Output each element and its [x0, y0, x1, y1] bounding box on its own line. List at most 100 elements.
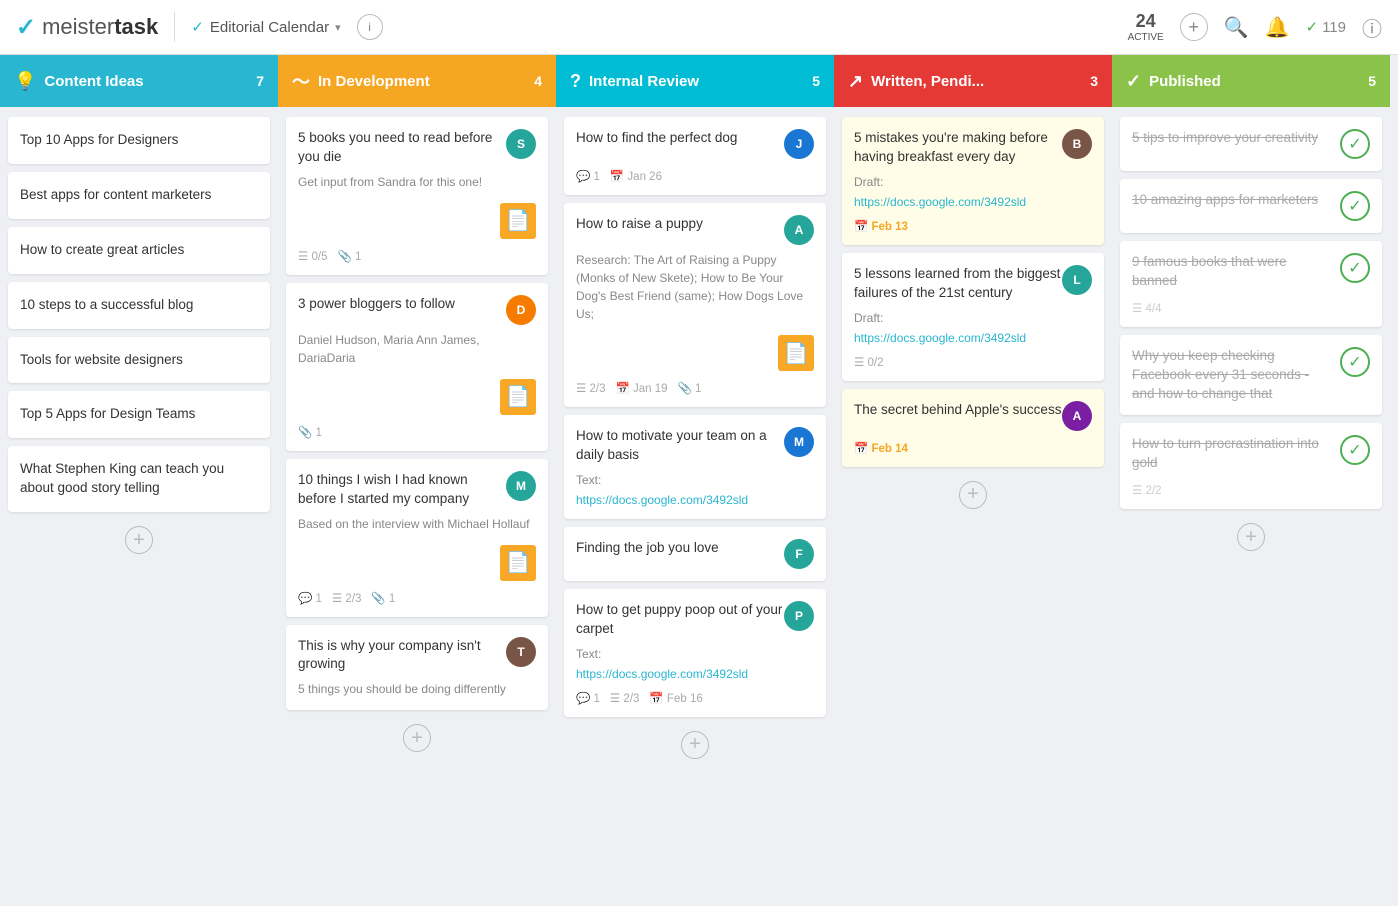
card-title: Tools for website designers — [20, 352, 183, 367]
card-meta: ☰ 2/3📅 Jan 19📎 1 — [576, 381, 814, 395]
card-desc: Daniel Hudson, Maria Ann James, DariaDar… — [298, 331, 536, 367]
card-title: 3 power bloggers to follow — [298, 295, 455, 314]
list-item[interactable]: How to find the perfect dog J 💬 1📅 Jan 2… — [564, 117, 826, 195]
list-item[interactable]: Top 5 Apps for Design Teams — [8, 391, 270, 438]
alert-icon[interactable]: ⓘ — [1362, 13, 1382, 42]
card-date: 📅 Feb 14 — [854, 441, 908, 455]
card-title: Why you keep checking Facebook every 31 … — [1132, 348, 1309, 401]
card-meta: 📅 Feb 13 — [854, 219, 1092, 233]
add-card-button-content-ideas[interactable]: + — [125, 526, 153, 554]
card-meta: ☰ 4/4 — [1132, 301, 1332, 315]
list-item[interactable]: How to motivate your team on a daily bas… — [564, 415, 826, 519]
col-icon-content-ideas: 💡 — [14, 71, 36, 92]
done-check-icon: ✓ — [1340, 129, 1370, 159]
card-link: https://docs.google.com/3492sld — [576, 493, 814, 507]
card-header: 5 mistakes you're making before having b… — [854, 129, 1092, 167]
col-header-published: ✓ Published 5 — [1112, 55, 1390, 107]
col-header-internal-review: ? Internal Review 5 — [556, 55, 834, 107]
card-desc: Get input from Sandra for this one! — [298, 173, 536, 191]
add-card-button-in-development[interactable]: + — [403, 724, 431, 752]
list-item[interactable]: This is why your company isn't growing T… — [286, 625, 548, 711]
card-date: 📅 Jan 19 — [616, 381, 668, 395]
logo-meister: meister — [42, 14, 114, 39]
add-card-button-internal-review[interactable]: + — [681, 731, 709, 759]
card-comment: 💬 1 — [576, 169, 600, 183]
completed-badge[interactable]: ✓ 119 — [1306, 18, 1347, 36]
list-item[interactable]: Top 10 Apps for Designers — [8, 117, 270, 164]
active-badge[interactable]: 24 ACTIVE — [1128, 11, 1164, 43]
project-check-icon: ✓ — [191, 18, 204, 36]
card-header: How to raise a puppy A — [576, 215, 814, 245]
list-item[interactable]: 5 lessons learned from the biggest failu… — [842, 253, 1104, 381]
card-title: 10 amazing apps for marketers — [1132, 192, 1318, 207]
doc-icon-wrapper: 📄 — [576, 331, 814, 371]
list-item[interactable]: 5 mistakes you're making before having b… — [842, 117, 1104, 245]
active-count: 24 — [1136, 11, 1156, 32]
card-comment: 💬 1 — [298, 591, 322, 605]
card-desc-label: Text: — [576, 645, 814, 663]
card-link: https://docs.google.com/3492sld — [854, 331, 1092, 345]
list-item[interactable]: How to get puppy poop out of your carpet… — [564, 589, 826, 717]
card-header: 5 lessons learned from the biggest failu… — [854, 265, 1092, 303]
list-item[interactable]: Finding the job you love F — [564, 527, 826, 581]
card-title: 9 famous books that were banned — [1132, 254, 1287, 288]
bell-icon[interactable]: 🔔 — [1265, 15, 1290, 40]
card-attach: 📎 1 — [338, 249, 362, 263]
doc-icon: 📄 — [778, 335, 814, 371]
project-name[interactable]: ✓ Editorial Calendar ▾ — [191, 18, 340, 36]
card-attach: 📎 1 — [298, 425, 322, 439]
list-item[interactable]: The secret behind Apple's success A 📅 Fe… — [842, 389, 1104, 467]
card-body: 10 amazing apps for marketers — [1132, 191, 1332, 210]
card-title: How to get puppy poop out of your carpet — [576, 601, 784, 639]
col-icon-in-development: 〜 — [292, 68, 310, 94]
card-meta: ☰ 2/2 — [1132, 483, 1332, 497]
logo: ✓ meistertask — [16, 13, 158, 42]
card-checklist: ☰ 2/3 — [610, 691, 640, 705]
list-item[interactable]: 10 amazing apps for marketers ✓ — [1120, 179, 1382, 233]
col-icon-written-pending: ↗ — [848, 71, 863, 92]
info-button[interactable]: i — [357, 14, 383, 40]
doc-icon: 📄 — [500, 379, 536, 415]
col-title-in-development: In Development — [318, 73, 526, 90]
card-title: What Stephen King can teach you about go… — [20, 461, 224, 495]
card-desc: 5 things you should be doing differently — [298, 680, 536, 698]
add-icon[interactable]: + — [1180, 13, 1208, 41]
list-item[interactable]: Why you keep checking Facebook every 31 … — [1120, 335, 1382, 416]
list-item[interactable]: Tools for website designers — [8, 337, 270, 384]
col-count-written-pending: 3 — [1090, 73, 1098, 89]
list-item[interactable]: How to raise a puppy A Research: The Art… — [564, 203, 826, 407]
card-checklist: ☰ 0/2 — [854, 355, 884, 369]
card-header: 10 things I wish I had known before I st… — [298, 471, 536, 509]
list-item[interactable]: 10 steps to a successful blog — [8, 282, 270, 329]
column-content-ideas: 💡 Content Ideas 7 Top 10 Apps for Design… — [0, 55, 278, 906]
list-item[interactable]: 9 famous books that were banned ☰ 4/4 ✓ — [1120, 241, 1382, 327]
card-title: Finding the job you love — [576, 539, 719, 558]
logo-check-icon: ✓ — [16, 13, 36, 42]
list-item[interactable]: What Stephen King can teach you about go… — [8, 446, 270, 512]
card-title: 10 things I wish I had known before I st… — [298, 471, 506, 509]
card-link: https://docs.google.com/3492sld — [854, 195, 1092, 209]
avatar: P — [784, 601, 814, 631]
doc-icon-wrapper: 📄 — [298, 199, 536, 239]
done-check-icon: ✓ — [1340, 253, 1370, 283]
list-item[interactable]: 5 books you need to read before you die … — [286, 117, 548, 275]
col-header-in-development: 〜 In Development 4 — [278, 55, 556, 107]
add-card-button-published[interactable]: + — [1237, 523, 1265, 551]
list-item[interactable]: 10 things I wish I had known before I st… — [286, 459, 548, 617]
list-item[interactable]: How to create great articles — [8, 227, 270, 274]
card-title: How to find the perfect dog — [576, 129, 737, 148]
col-title-internal-review: Internal Review — [589, 73, 804, 90]
topbar-right: 24 ACTIVE + 🔍 🔔 ✓ 119 ⓘ — [1128, 11, 1382, 43]
project-dropdown-icon: ▾ — [335, 21, 341, 34]
list-item[interactable]: 5 tips to improve your creativity ✓ — [1120, 117, 1382, 171]
list-item[interactable]: Best apps for content marketers — [8, 172, 270, 219]
col-title-content-ideas: Content Ideas — [44, 73, 248, 90]
list-item[interactable]: How to turn procrastination into gold ☰ … — [1120, 423, 1382, 509]
avatar: L — [1062, 265, 1092, 295]
list-item[interactable]: 3 power bloggers to follow D Daniel Huds… — [286, 283, 548, 451]
col-title-published: Published — [1149, 73, 1360, 90]
card-link: https://docs.google.com/3492sld — [576, 667, 814, 681]
add-card-button-written-pending[interactable]: + — [959, 481, 987, 509]
avatar: A — [784, 215, 814, 245]
search-icon[interactable]: 🔍 — [1224, 15, 1249, 40]
